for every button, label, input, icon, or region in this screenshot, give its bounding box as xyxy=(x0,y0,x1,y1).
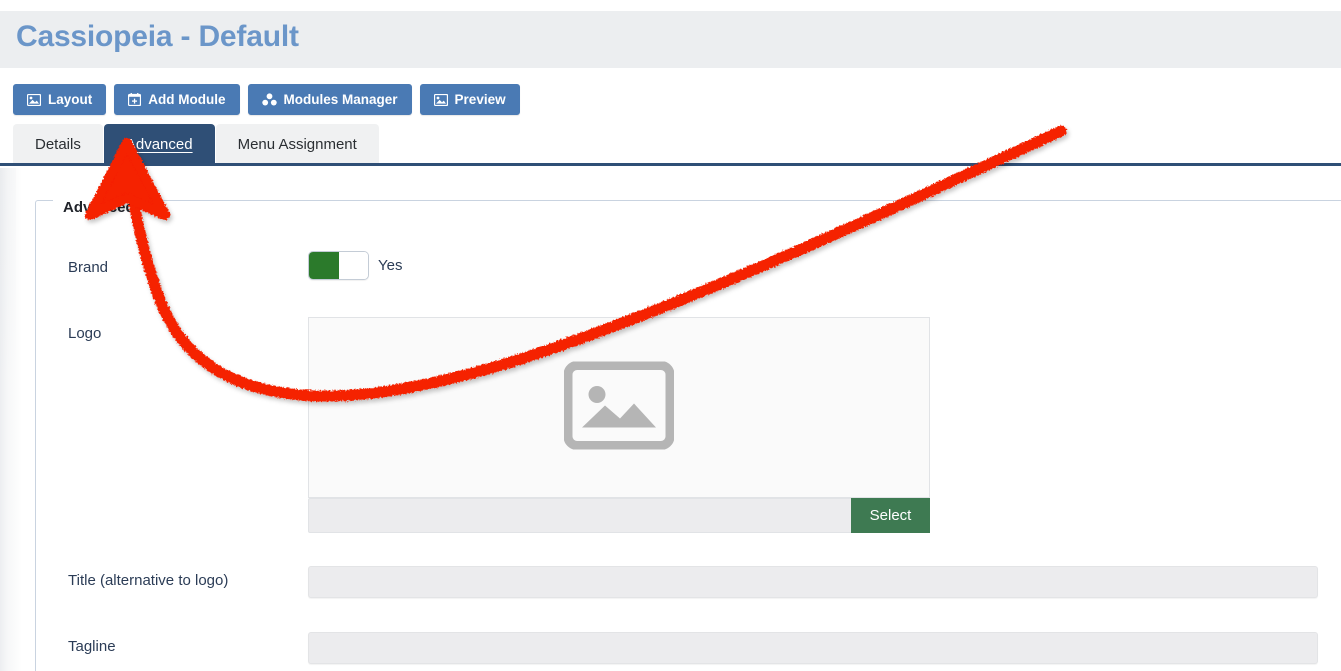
modules-manager-button[interactable]: Modules Manager xyxy=(247,84,412,115)
tab-details-label: Details xyxy=(35,135,81,153)
logo-select-button[interactable]: Select xyxy=(851,498,930,533)
page-title: Cassiopeia - Default xyxy=(16,20,299,53)
modules-manager-button-label: Modules Manager xyxy=(283,92,398,107)
cubes-icon xyxy=(261,93,277,106)
image-placeholder-icon xyxy=(563,360,675,454)
brand-toggle-value: Yes xyxy=(378,257,403,274)
title-label: Title (alternative to logo) xyxy=(68,572,229,589)
logo-path-input[interactable] xyxy=(308,498,851,533)
brand-label: Brand xyxy=(68,259,109,276)
add-module-button-label: Add Module xyxy=(148,92,226,107)
tab-bar-divider xyxy=(0,163,1341,166)
logo-path-row: Select xyxy=(308,498,930,533)
tagline-input[interactable] xyxy=(308,632,1318,664)
page-left-edge xyxy=(0,168,22,671)
brand-toggle[interactable] xyxy=(308,251,369,280)
page-left-edge-shadow xyxy=(0,168,16,378)
fieldset-legend: Advanced xyxy=(53,199,145,216)
toolbar: Layout Add Module Modules Manager Previe… xyxy=(13,84,520,115)
preview-button[interactable]: Preview xyxy=(419,84,520,115)
calendar-plus-icon xyxy=(128,93,142,106)
image-icon xyxy=(433,93,448,106)
joomla-module-edit-page: Cassiopeia - Default Layout Add Module M… xyxy=(0,0,1341,671)
layout-button[interactable]: Layout xyxy=(13,84,107,115)
tab-details[interactable]: Details xyxy=(13,124,103,164)
image-icon xyxy=(27,93,41,106)
add-module-button[interactable]: Add Module xyxy=(114,84,240,115)
tagline-label: Tagline xyxy=(68,638,116,655)
tab-menu-assignment[interactable]: Menu Assignment xyxy=(215,124,379,164)
brand-toggle-on-segment xyxy=(309,252,339,279)
title-input[interactable] xyxy=(308,566,1318,598)
brand-toggle-off-segment xyxy=(338,252,368,279)
preview-button-label: Preview xyxy=(454,92,506,107)
tab-menu-assignment-label: Menu Assignment xyxy=(237,135,357,153)
logo-label: Logo xyxy=(68,325,102,342)
logo-select-button-label: Select xyxy=(869,507,912,524)
logo-preview-box[interactable] xyxy=(308,317,930,498)
tab-advanced[interactable]: Advanced xyxy=(103,124,215,164)
layout-button-label: Layout xyxy=(48,92,93,107)
tab-bar: Details Advanced Menu Assignment xyxy=(13,124,379,164)
tab-advanced-label: Advanced xyxy=(125,135,193,153)
